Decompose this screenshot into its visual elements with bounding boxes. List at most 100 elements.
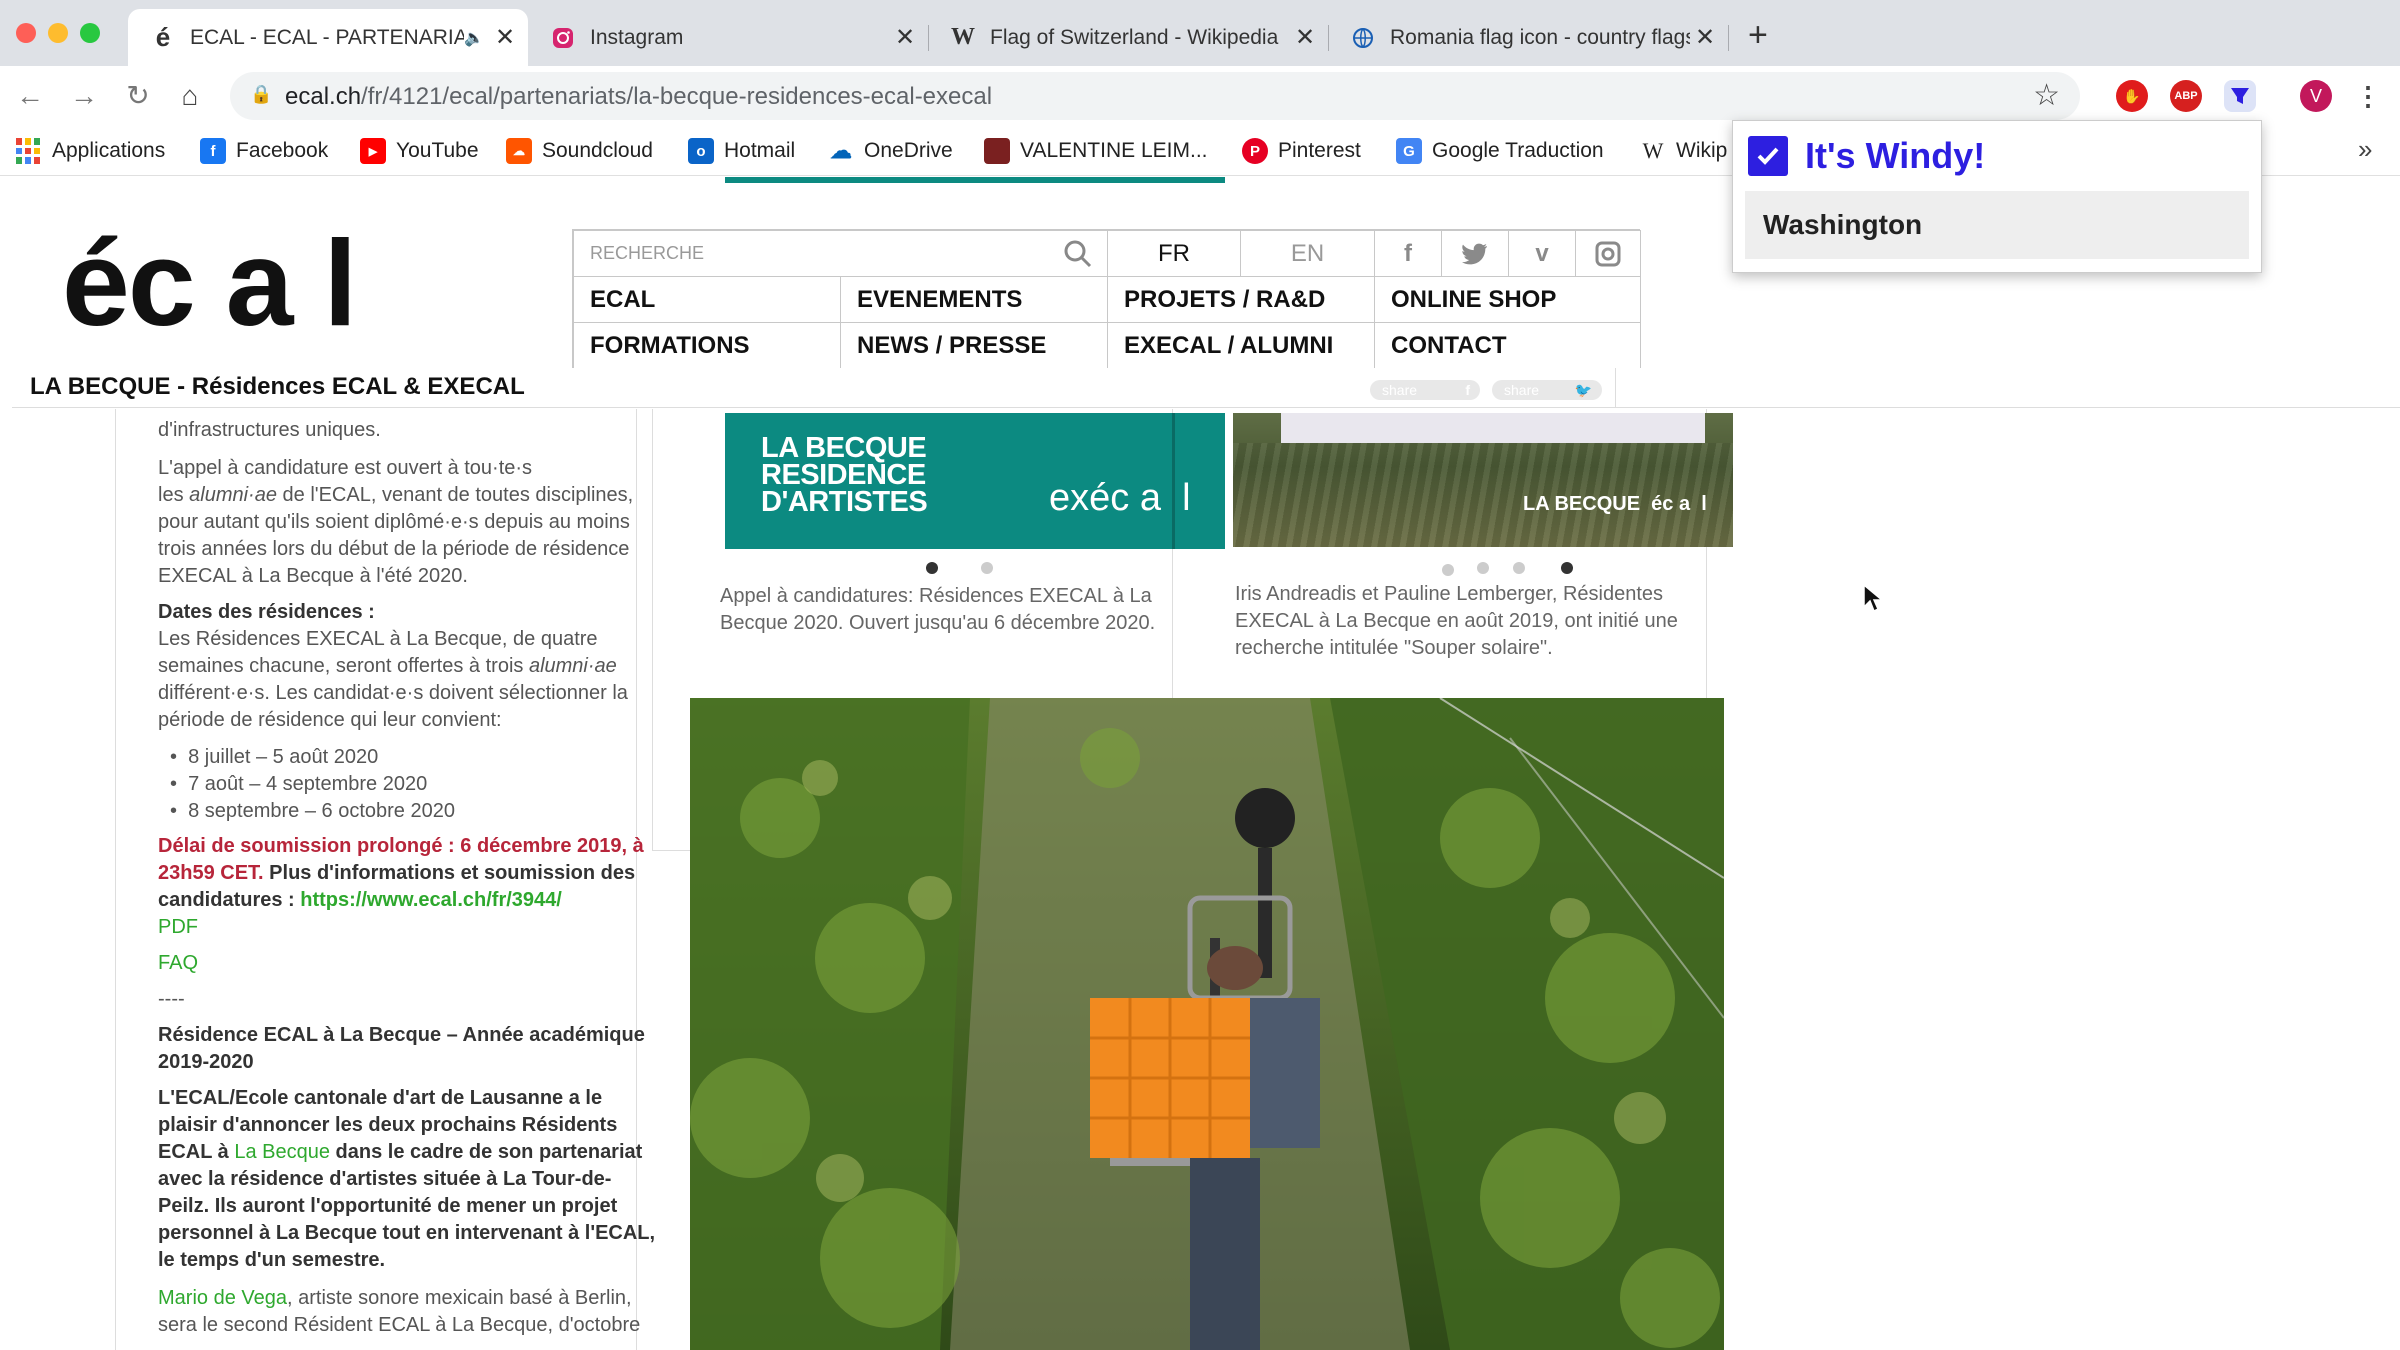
windy-title: It's Windy! (1805, 135, 1986, 176)
carousel-dot[interactable] (1561, 562, 1573, 574)
adblock-icon[interactable]: ✋ (2116, 80, 2148, 112)
minimize-window-button[interactable] (48, 23, 68, 43)
twitter-icon[interactable] (1441, 230, 1509, 277)
tab-title: Romania flag icon - country flags (1390, 25, 1690, 49)
page-title: LA BECQUE - Résidences ECAL & EXECAL (30, 373, 525, 400)
address-bar[interactable]: 🔒 ecal.ch/fr/4121/ecal/partenariats/la-b… (230, 72, 2080, 120)
dates-heading: Dates des résidences : (158, 601, 375, 623)
apps-grid-icon (16, 138, 42, 164)
tab-strip: é ECAL - ECAL - PARTENARIATS - LA BECQUE… (0, 0, 2400, 66)
windy-enabled-checkbox[interactable] (1748, 136, 1788, 176)
bookmark-star-icon[interactable]: ☆ (2033, 78, 2060, 113)
la-becque-link[interactable]: La Becque (234, 1141, 330, 1163)
lang-fr-link[interactable]: FR (1107, 230, 1241, 277)
bookmark-soundcloud[interactable]: ☁ Soundcloud (506, 136, 653, 166)
profile-avatar[interactable]: V (2300, 80, 2332, 112)
windy-extension-icon[interactable] (2224, 80, 2256, 112)
tab-separator (1728, 25, 1729, 51)
residents-photo: LA BECQUE éc a l (1233, 413, 1733, 547)
tab-close-button[interactable]: ✕ (1290, 23, 1320, 52)
bookmarks-overflow-button[interactable]: » (2358, 134, 2372, 165)
back-button[interactable]: ← (12, 78, 48, 114)
execal-logo: exéc a l (1049, 477, 1191, 519)
tab-close-button[interactable]: ✕ (890, 23, 920, 52)
nav-projets[interactable]: PROJETS / RA&D (1107, 276, 1375, 323)
page-title-bar: LA BECQUE - Résidences ECAL & EXECAL sha… (12, 368, 2400, 408)
ecal-logo[interactable]: éc a l (62, 222, 357, 344)
speaker-icon[interactable]: 🔈 (464, 28, 490, 48)
adblock-plus-icon[interactable]: ABP (2170, 80, 2202, 112)
new-tab-button[interactable]: + (1748, 16, 1768, 55)
search-icon[interactable] (1063, 239, 1093, 274)
site-thumbnail-icon (984, 138, 1010, 164)
bookmark-applications[interactable]: Applications (16, 136, 165, 166)
faq-link[interactable]: FAQ (158, 950, 770, 977)
close-window-button[interactable] (16, 23, 36, 43)
separator-text: ---- (158, 988, 185, 1010)
nav-evenements[interactable]: EVENEMENTS (840, 276, 1108, 323)
nav-online-shop[interactable]: ONLINE SHOP (1374, 276, 1641, 323)
nav-news-presse[interactable]: NEWS / PRESSE (840, 322, 1108, 369)
nav-execal-alumni[interactable]: EXECAL / ALUMNI (1107, 322, 1375, 369)
bookmark-facebook[interactable]: f Facebook (200, 136, 328, 166)
tab-romania-flag[interactable]: Romania flag icon - country flags ✕ (1328, 9, 1728, 66)
ecal-favicon-icon: é (155, 22, 171, 52)
instagram-icon[interactable] (1575, 230, 1641, 277)
tab-close-button[interactable]: ✕ (490, 23, 520, 52)
tab-wikipedia[interactable]: W Flag of Switzerland - Wikipedia ✕ (928, 9, 1328, 66)
globe-icon (1350, 25, 1376, 51)
wikipedia-icon: W (951, 24, 975, 50)
lock-icon: 🔒 (250, 84, 273, 104)
mouse-cursor-icon (1862, 583, 1885, 618)
facebook-icon: f (200, 138, 226, 164)
tab-title: ECAL - ECAL - PARTENARIATS - LA BECQUE (190, 25, 464, 49)
bookmark-youtube[interactable]: ▶ YouTube (360, 136, 479, 166)
pdf-link[interactable]: PDF (158, 914, 770, 941)
bookmark-hotmail[interactable]: o Hotmail (688, 136, 795, 166)
nav-contact[interactable]: CONTACT (1374, 322, 1641, 369)
bookmark-wikipedia[interactable]: W Wikip (1640, 136, 1728, 166)
tab-title: Instagram (590, 25, 684, 49)
bookmark-google-traduction[interactable]: G Google Traduction (1396, 136, 1604, 166)
site-search-input[interactable]: RECHERCHE (573, 230, 1108, 277)
home-button[interactable]: ⌂ (172, 78, 208, 114)
carousel-dot[interactable] (926, 562, 938, 574)
url-text: ecal.ch/fr/4121/ecal/partenariats/la-bec… (285, 83, 993, 110)
web-page: éc a l RECHERCHE FR EN f v ECAL EVENEMEN… (0, 177, 2400, 1350)
share-twitter-button[interactable]: share 🐦 (1492, 380, 1602, 400)
submission-link[interactable]: https://www.ecal.ch/fr/3944/ (300, 889, 562, 911)
windy-city-field[interactable]: Washington (1745, 191, 2249, 259)
nav-ecal[interactable]: ECAL (573, 276, 841, 323)
facebook-icon[interactable]: f (1374, 230, 1442, 277)
carousel-dot[interactable] (1442, 564, 1454, 576)
bookmark-pinterest[interactable]: P Pinterest (1242, 136, 1361, 166)
paragraph: d'infrastructures uniques. (158, 419, 381, 441)
tab-instagram[interactable]: Instagram ✕ (528, 9, 928, 66)
share-facebook-button[interactable]: share f (1370, 380, 1480, 400)
instagram-icon (550, 25, 576, 51)
carousel-dot[interactable] (981, 562, 993, 574)
paragraph: Les Résidences EXECAL à La Becque, de qu… (158, 628, 628, 731)
toolbar: ← → ↻ ⌂ 🔒 ecal.ch/fr/4121/ecal/partenari… (0, 66, 2400, 126)
bookmark-onedrive[interactable]: ☁ OneDrive (828, 136, 953, 166)
mario-de-vega-link[interactable]: Mario de Vega (158, 1287, 287, 1309)
carousel-dot[interactable] (1477, 562, 1489, 574)
onedrive-icon: ☁ (828, 138, 854, 164)
lang-en-link[interactable]: EN (1240, 230, 1375, 277)
tab-close-button[interactable]: ✕ (1690, 23, 1720, 52)
carousel-dot[interactable] (1513, 562, 1525, 574)
outlook-icon: o (688, 138, 714, 164)
bookmark-valentine[interactable]: VALENTINE LEIM... (984, 136, 1208, 166)
forward-button[interactable]: → (66, 78, 102, 114)
paragraph: L'appel à candidature est ouvert à tou·t… (158, 457, 634, 587)
vineyard-photo[interactable] (690, 698, 1724, 1350)
menu-icon[interactable]: ⋮ (2352, 80, 2384, 112)
maximize-window-button[interactable] (80, 23, 100, 43)
carousel-caption: Appel à candidatures: Résidences EXECAL … (720, 585, 1156, 634)
facebook-icon: f (1465, 382, 1470, 398)
tab-ecal[interactable]: é ECAL - ECAL - PARTENARIATS - LA BECQUE… (128, 9, 528, 66)
vimeo-icon[interactable]: v (1508, 230, 1576, 277)
nav-formations[interactable]: FORMATIONS (573, 322, 841, 369)
site-navigation: RECHERCHE FR EN f v ECAL EVENEMENTS PROJ… (572, 229, 1641, 369)
reload-button[interactable]: ↻ (120, 78, 156, 114)
